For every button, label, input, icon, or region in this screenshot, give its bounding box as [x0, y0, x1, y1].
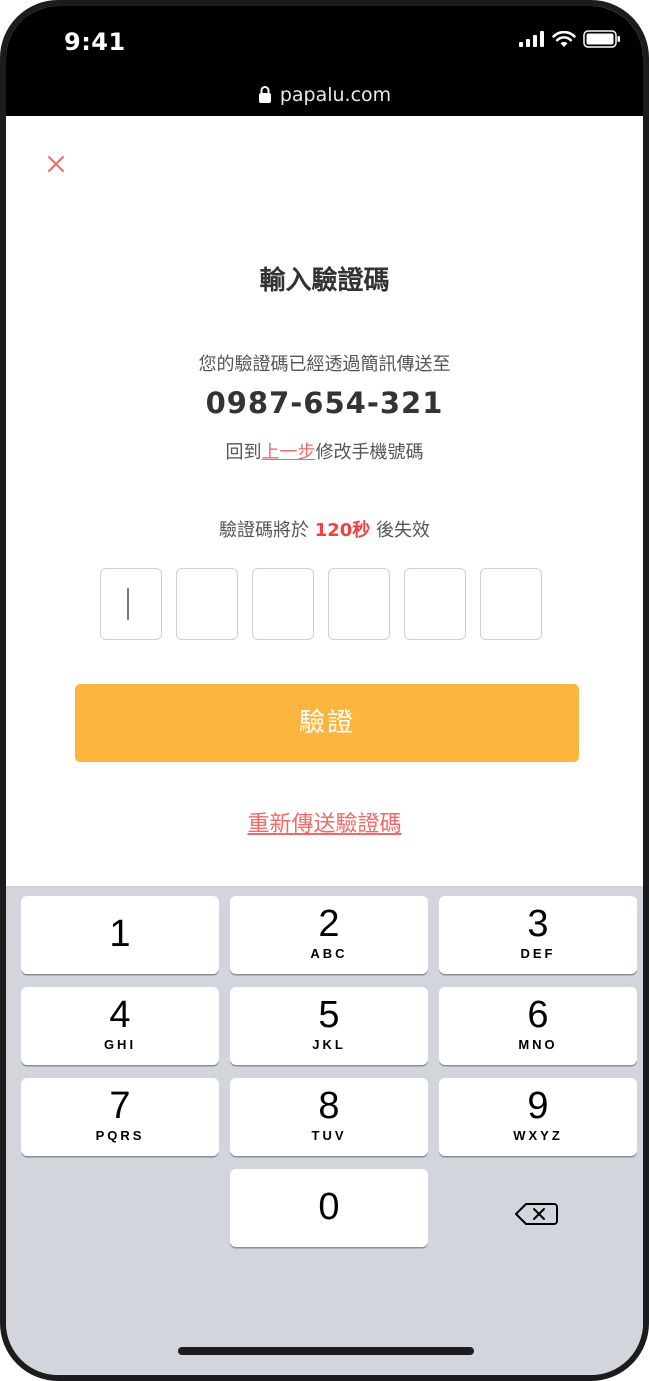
resend-code-link[interactable]: 重新傳送驗證碼: [6, 806, 643, 838]
key-letters: DEF: [520, 946, 556, 961]
key-letters: PQRS: [95, 1128, 145, 1143]
code-digit-1[interactable]: [100, 568, 162, 640]
expiry-suffix: 後失效: [370, 520, 431, 541]
back-suffix: 修改手機號碼: [315, 442, 424, 463]
home-indicator: [178, 1347, 474, 1355]
status-icons: [519, 30, 621, 48]
countdown-seconds: 120秒: [314, 520, 371, 541]
key-digit: 0: [318, 1186, 340, 1228]
signal-icon: [519, 31, 544, 47]
battery-icon: [583, 30, 620, 48]
key-3[interactable]: 3 DEF: [439, 896, 637, 974]
code-digit-2[interactable]: [176, 568, 238, 640]
status-time: 9:41: [64, 28, 126, 56]
key-letters: GHI: [103, 1037, 137, 1052]
page-title: 輸入驗證碼: [259, 266, 390, 296]
wifi-icon: [552, 30, 576, 47]
key-1[interactable]: 1: [21, 896, 219, 974]
url-text: papalu.com: [279, 84, 392, 106]
back-step-link[interactable]: 上一步: [262, 442, 316, 463]
code-digit-6[interactable]: [480, 568, 542, 640]
key-digit: 9: [527, 1085, 549, 1127]
verify-button[interactable]: 驗證: [75, 684, 579, 762]
code-digit-4[interactable]: [328, 568, 390, 640]
browser-top-bar: 9:41 papalu.com: [6, 6, 643, 116]
key-digit: 1: [109, 913, 131, 955]
code-input-group: [100, 568, 542, 640]
key-letters: MNO: [518, 1037, 558, 1052]
key-digit: 5: [318, 994, 340, 1036]
key-6[interactable]: 6 MNO: [439, 987, 637, 1065]
key-letters: ABC: [310, 946, 348, 961]
key-5[interactable]: 5 JKL: [230, 987, 428, 1065]
key-letters: WXYZ: [513, 1128, 563, 1143]
sms-sent-text: 您的驗證碼已經透過簡訊傳送至: [198, 354, 451, 375]
key-digit: 7: [109, 1085, 131, 1127]
key-digit: 2: [318, 903, 340, 945]
backspace-icon[interactable]: [504, 1194, 564, 1234]
text-cursor: [127, 588, 129, 620]
back-prefix: 回到: [225, 442, 262, 463]
key-8[interactable]: 8 TUV: [230, 1078, 428, 1156]
key-0[interactable]: 0: [230, 1169, 428, 1247]
key-digit: 4: [109, 994, 131, 1036]
url-bar[interactable]: papalu.com: [6, 84, 643, 106]
expiry-notice: 驗證碼將於 120秒 後失效: [6, 516, 643, 542]
key-letters: TUV: [311, 1128, 347, 1143]
key-digit: 3: [527, 903, 549, 945]
lock-icon: [258, 86, 271, 103]
phone-frame: 9:41 papalu.com 輸入驗證碼 您的驗證碼已經透過簡訊傳送至 098…: [0, 0, 649, 1381]
code-digit-5[interactable]: [404, 568, 466, 640]
close-icon[interactable]: [42, 150, 70, 178]
key-letters: JKL: [312, 1037, 346, 1052]
key-digit: 8: [318, 1085, 340, 1127]
key-7[interactable]: 7 PQRS: [21, 1078, 219, 1156]
numeric-keypad: 1 2 ABC 3 DEF 4 GHI 5 JKL 6 MNO 7 PQRS 8…: [6, 886, 643, 1375]
back-instruction: 回到上一步修改手機號碼: [6, 438, 643, 464]
key-digit: 6: [527, 994, 549, 1036]
code-digit-3[interactable]: [252, 568, 314, 640]
key-4[interactable]: 4 GHI: [21, 987, 219, 1065]
phone-number: 0987-654-321: [205, 386, 444, 420]
key-2[interactable]: 2 ABC: [230, 896, 428, 974]
key-9[interactable]: 9 WXYZ: [439, 1078, 637, 1156]
expiry-prefix: 驗證碼將於: [218, 520, 315, 541]
